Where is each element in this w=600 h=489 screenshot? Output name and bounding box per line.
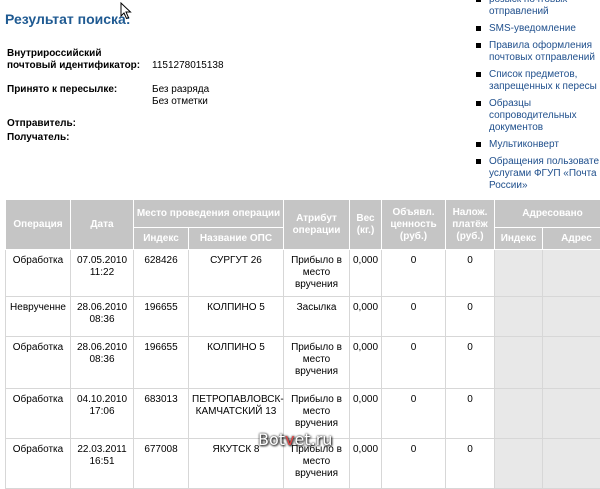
col-header-place: Место проведения операции: [134, 200, 284, 228]
cell-attribute: Прибыло в место вручения: [284, 250, 350, 297]
cell-cod: 0: [446, 250, 495, 297]
cell-cod: 0: [446, 389, 495, 439]
cell-cod: 0: [446, 297, 495, 337]
cell-addr-address: [543, 337, 600, 389]
table-row: Обработка 28.06.2010 08:36 196655 КОЛПИН…: [6, 337, 600, 389]
cell-addr-address: [543, 250, 600, 297]
cell-addr-address: [543, 439, 600, 489]
right-sidebar-links: розыск почтовых отправлений SMS-уведомле…: [474, 0, 600, 197]
bullet-icon: [476, 142, 481, 147]
cell-date: 04.10.2010 17:06: [71, 389, 134, 439]
cell-cod: 0: [446, 337, 495, 389]
table-row: Неврученне 28.06.2010 08:36 196655 КОЛПИ…: [6, 297, 600, 337]
bullet-icon: [476, 43, 481, 48]
cell-date: 07.05.2010 11:22: [71, 250, 134, 297]
cell-operation: Обработка: [6, 250, 71, 297]
cell-declared-value: 0: [382, 439, 446, 489]
table-row: Обработка 07.05.2010 11:22 628426 СУРГУТ…: [6, 250, 600, 297]
bullet-icon: [476, 101, 481, 106]
cell-weight: 0,000: [350, 439, 382, 489]
cell-addr-address: [543, 297, 600, 337]
link-multienvelope[interactable]: Мультиконверт: [474, 139, 600, 151]
cell-index: 196655: [134, 337, 189, 389]
col-header-declared-value: Объявл. ценность (руб.): [382, 200, 446, 250]
sender-label: Отправитель:: [7, 118, 147, 130]
col-header-addressed: Адресовано: [495, 200, 600, 228]
cell-addr-address: [543, 389, 600, 439]
cell-addr-index: [495, 439, 543, 489]
col-header-date: Дата: [71, 200, 134, 250]
accepted-value-line2: Без отметки: [152, 96, 292, 108]
cell-declared-value: 0: [382, 337, 446, 389]
cell-weight: 0,000: [350, 389, 382, 439]
link-document-samples[interactable]: Образцы сопроводительных документов: [474, 98, 600, 134]
cell-operation: Обработка: [6, 439, 71, 489]
tracking-id-label-line2: почтовый идентификатор:: [7, 60, 147, 72]
accepted-label: Принято к пересылке:: [7, 84, 147, 96]
bullet-icon: [476, 0, 481, 2]
cell-operation: Обработка: [6, 337, 71, 389]
cell-index: 196655: [134, 297, 189, 337]
col-header-place-name: Название ОПС: [189, 228, 284, 250]
cell-addr-index: [495, 297, 543, 337]
cell-index: 677008: [134, 439, 189, 489]
col-header-attribute: Атрибут операции: [284, 200, 350, 250]
cell-operation: Неврученне: [6, 297, 71, 337]
recipient-label: Получатель:: [7, 132, 147, 144]
col-header-weight: Вес (кг.): [350, 200, 382, 250]
cell-date: 22.03.2011 16:51: [71, 439, 134, 489]
tracking-id-label-line1: Внутрироссийский: [7, 48, 147, 60]
link-user-requests[interactable]: Обращения пользовате услугами ФГУП «Почт…: [474, 156, 600, 192]
cell-office: КОЛПИНО 5: [189, 337, 284, 389]
page-title: Результат поиска:: [5, 11, 131, 27]
link-parcel-search[interactable]: розыск почтовых отправлений: [474, 0, 600, 18]
cell-declared-value: 0: [382, 250, 446, 297]
bullet-icon: [476, 72, 481, 77]
link-shipping-rules[interactable]: Правила оформления почтовых отправлений: [474, 40, 600, 64]
link-sms-notification[interactable]: SMS-уведомление: [474, 23, 600, 35]
cell-addr-index: [495, 337, 543, 389]
col-header-place-index: Индекс: [134, 228, 189, 250]
col-header-cod: Налож. платёж (руб.): [446, 200, 495, 250]
cell-attribute: Засылка: [284, 297, 350, 337]
cell-operation: Обработка: [6, 389, 71, 439]
cell-office: КОЛПИНО 5: [189, 297, 284, 337]
cell-date: 28.06.2010 08:36: [71, 337, 134, 389]
col-header-addr-index: Индекс: [495, 228, 543, 250]
cell-cod: 0: [446, 439, 495, 489]
cell-declared-value: 0: [382, 297, 446, 337]
col-header-addr-address: Адрес: [543, 228, 600, 250]
cell-attribute: Прибыло в место вручения: [284, 337, 350, 389]
cell-declared-value: 0: [382, 389, 446, 439]
bullet-icon: [476, 26, 481, 31]
cell-weight: 0,000: [350, 297, 382, 337]
bullet-icon: [476, 159, 481, 164]
cell-index: 628426: [134, 250, 189, 297]
cell-addr-index: [495, 250, 543, 297]
accepted-value-line1: Без разряда: [152, 84, 292, 96]
cell-office: СУРГУТ 26: [189, 250, 284, 297]
cell-weight: 0,000: [350, 337, 382, 389]
cell-weight: 0,000: [350, 250, 382, 297]
cell-date: 28.06.2010 08:36: [71, 297, 134, 337]
tracking-id-value: 1151278015138: [152, 60, 292, 72]
cell-addr-index: [495, 389, 543, 439]
link-prohibited-items[interactable]: Список предметов, запрещенных к пересы: [474, 69, 600, 93]
cell-index: 683013: [134, 389, 189, 439]
mouse-cursor-icon: [120, 2, 132, 20]
watermark-logo: Botvet.ru: [258, 430, 332, 449]
col-header-operation: Операция: [6, 200, 71, 250]
